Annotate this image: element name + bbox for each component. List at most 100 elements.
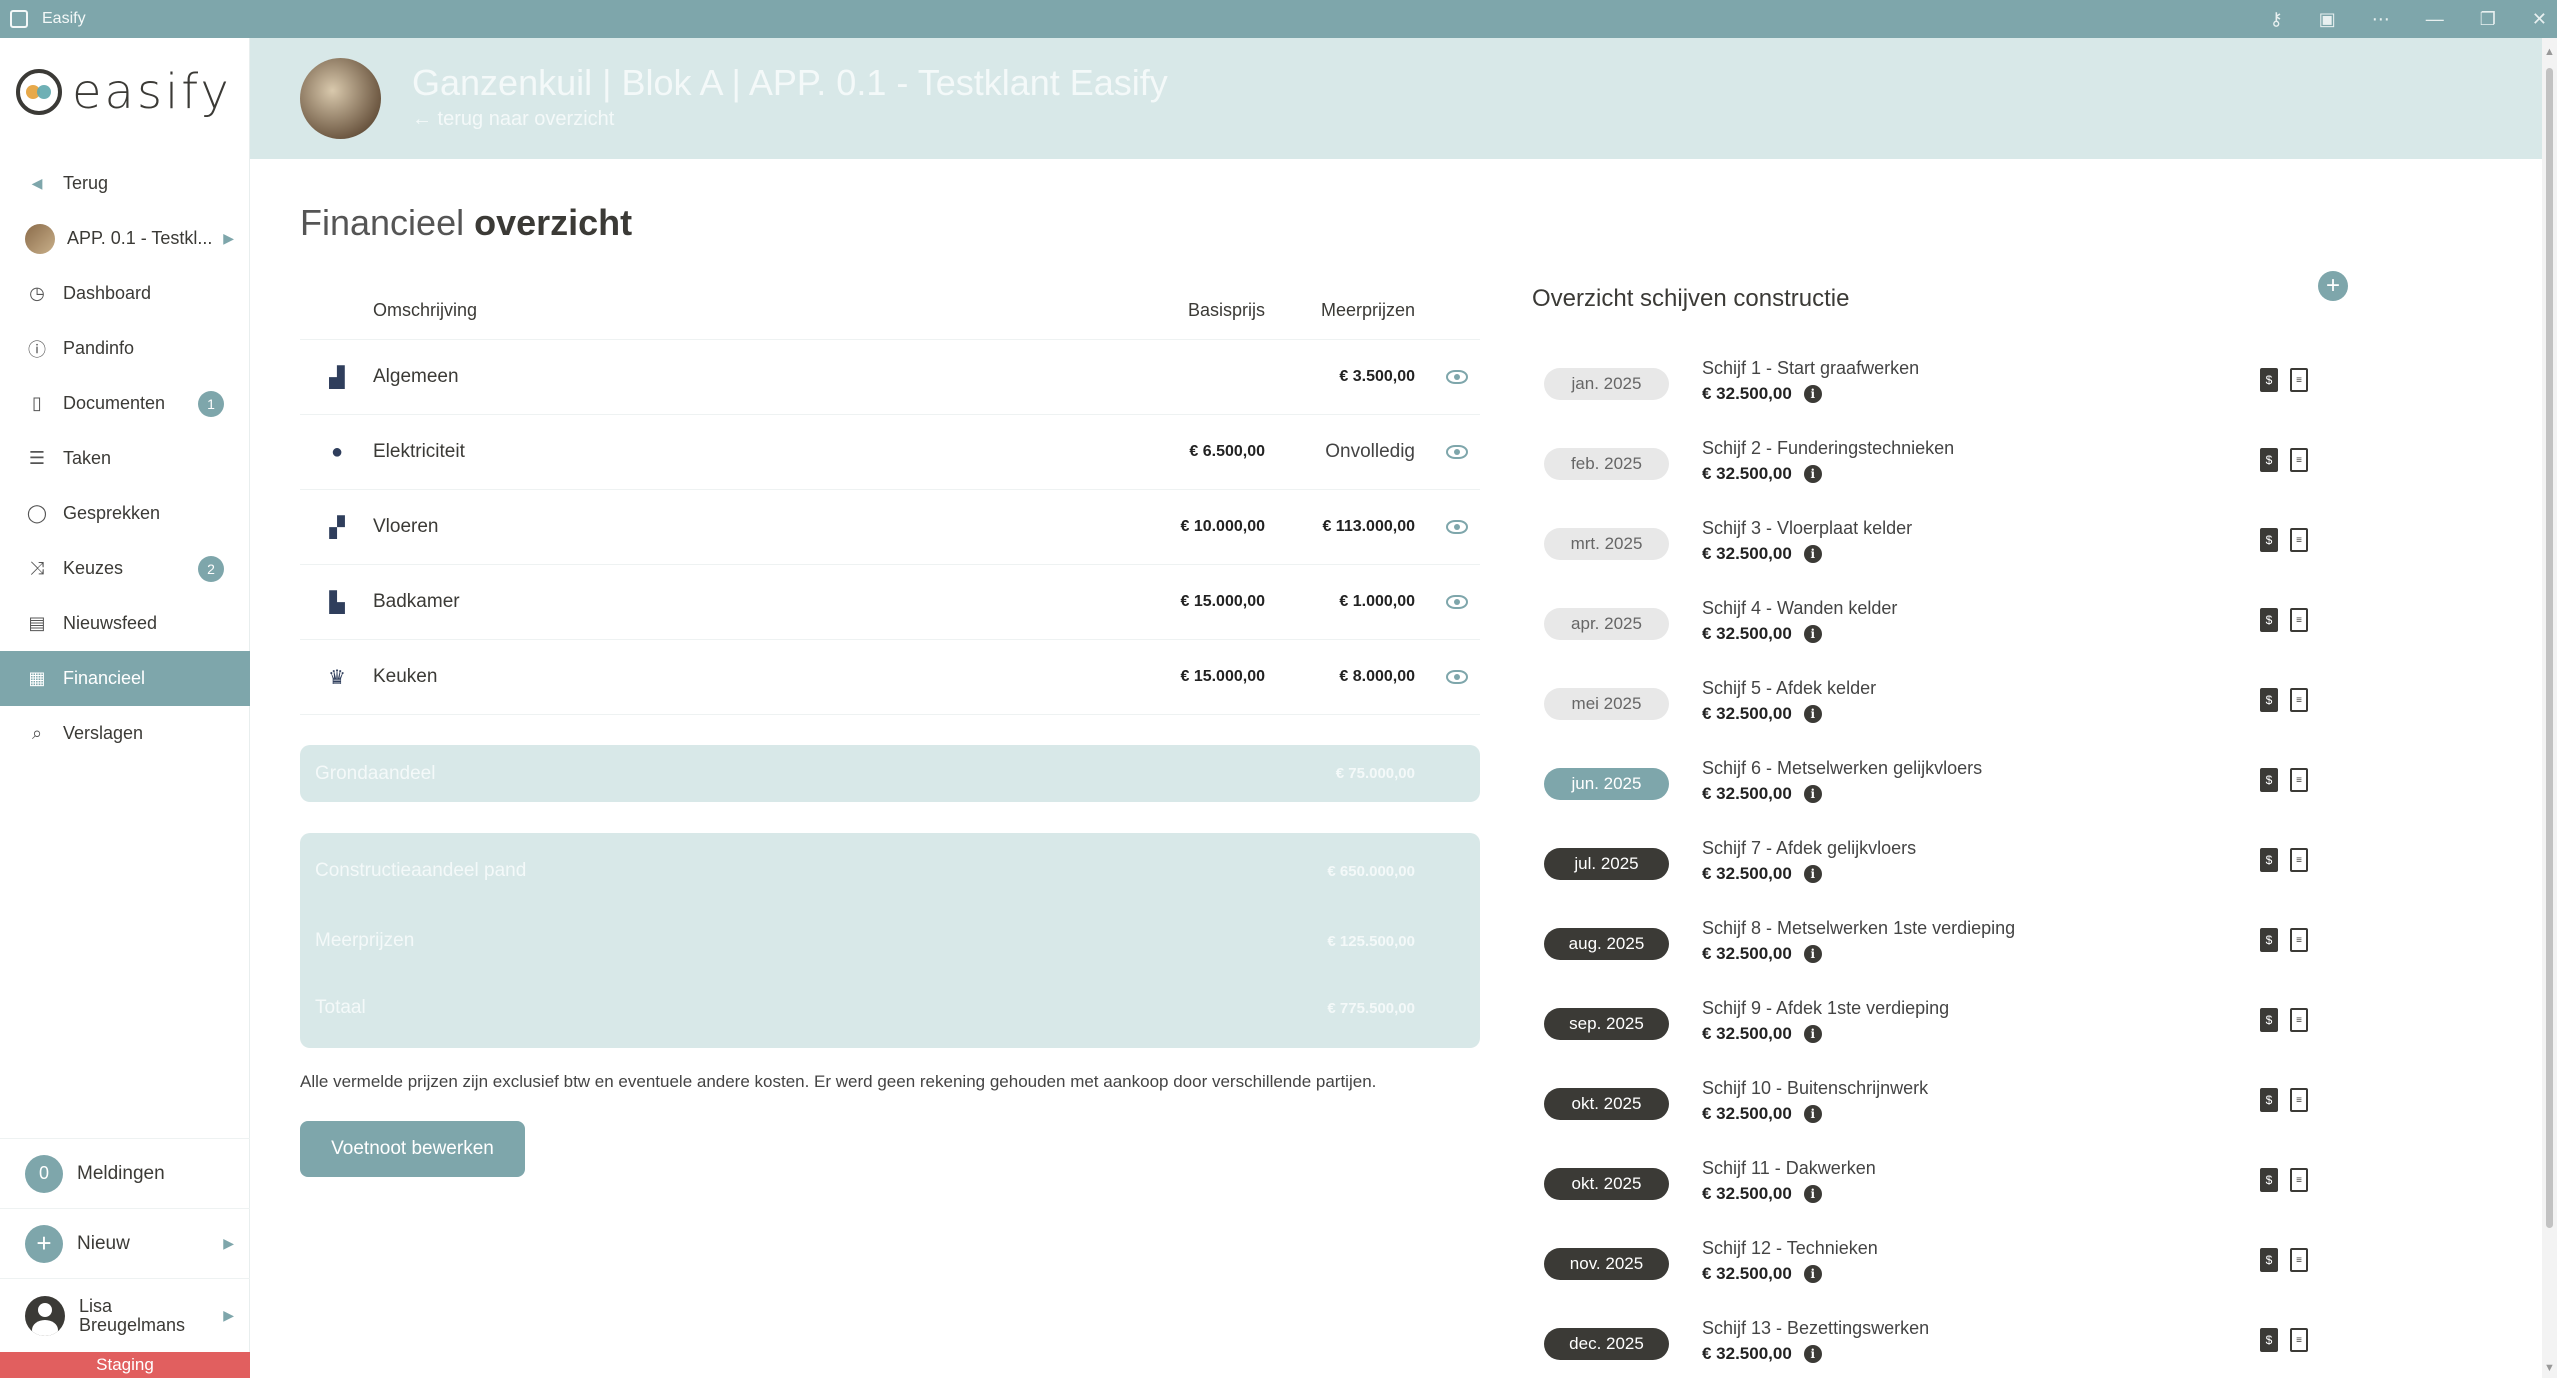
- document-icon[interactable]: ≡: [2290, 608, 2308, 632]
- row-extra-status: Onvolledig: [1325, 441, 1415, 462]
- sidebar-item-keuzes[interactable]: ⤨ Keuzes 2: [0, 541, 250, 596]
- window-controls: ⚷ ▣ ⋯ — ❐ ✕: [2270, 0, 2547, 38]
- minimize-icon[interactable]: —: [2426, 9, 2444, 30]
- sidebar-item-pandinfo[interactable]: ⓘ Pandinfo: [0, 321, 250, 376]
- user-menu[interactable]: Lisa Breugelmans ▶: [0, 1278, 250, 1352]
- info-icon[interactable]: i: [1803, 545, 1822, 563]
- new-label: Nieuw: [77, 1232, 130, 1254]
- info-icon[interactable]: i: [1803, 865, 1822, 883]
- row-extra-price: € 3.500,00: [1339, 368, 1415, 385]
- sidebar-item-financieel[interactable]: ▦ Financieel: [0, 651, 250, 706]
- report-icon: ⌕: [31, 723, 43, 743]
- new-button[interactable]: + Nieuw ▶: [0, 1208, 250, 1278]
- list-item: mei 2025 Schijf 5 - Afdek kelder € 32.50…: [1532, 670, 2332, 750]
- schijf-date: mrt. 2025: [1544, 528, 1669, 560]
- info-icon[interactable]: i: [1803, 625, 1822, 643]
- logo[interactable]: easify: [16, 64, 232, 120]
- table-row: ● Elektriciteit € 6.500,00 Onvolledig: [300, 415, 1480, 490]
- summary-label: Meerprijzen: [315, 930, 415, 951]
- document-icon[interactable]: ≡: [2290, 688, 2308, 712]
- page-scrollbar[interactable]: ▲ ▼: [2542, 38, 2557, 1378]
- summary-row: Constructieaandeel pand € 650.000,00: [300, 840, 1480, 902]
- close-icon[interactable]: ✕: [2532, 9, 2547, 30]
- invoice-icon[interactable]: $: [2260, 528, 2278, 552]
- invoice-icon[interactable]: $: [2260, 848, 2278, 872]
- list-item: apr. 2025 Schijf 4 - Wanden kelder € 32.…: [1532, 590, 2332, 670]
- invoice-icon[interactable]: $: [2260, 688, 2278, 712]
- sidebar-item-documenten[interactable]: ▯ Documenten 1: [0, 376, 250, 431]
- user-last-name: Breugelmans: [79, 1314, 186, 1335]
- sidebar-item-nieuwsfeed[interactable]: ▤ Nieuwsfeed: [0, 596, 250, 651]
- sidebar-item-gesprekken[interactable]: ◯ Gesprekken: [0, 486, 250, 541]
- add-schijf-button[interactable]: +: [2318, 271, 2348, 301]
- invoice-icon[interactable]: $: [2260, 368, 2278, 392]
- info-icon[interactable]: i: [1803, 1105, 1822, 1123]
- document-icon[interactable]: ≡: [2290, 1008, 2308, 1032]
- sidebar-item-dashboard[interactable]: ◷ Dashboard: [0, 266, 250, 321]
- info-icon[interactable]: i: [1803, 945, 1822, 963]
- sidebar-item-label: Documenten: [63, 393, 166, 413]
- invoice-icon[interactable]: $: [2260, 768, 2278, 792]
- back-to-overview-link[interactable]: ← terug naar overzicht: [412, 108, 614, 131]
- eye-icon[interactable]: [1446, 670, 1468, 684]
- info-icon[interactable]: i: [1803, 1265, 1822, 1283]
- info-icon[interactable]: i: [1803, 705, 1822, 723]
- document-icon[interactable]: ≡: [2290, 448, 2308, 472]
- info-icon[interactable]: i: [1803, 1185, 1822, 1203]
- sidebar-item-taken[interactable]: ☰ Taken: [0, 431, 250, 486]
- document-icon[interactable]: ≡: [2290, 368, 2308, 392]
- invoice-icon[interactable]: $: [2260, 1248, 2278, 1272]
- invoice-icon[interactable]: $: [2260, 1088, 2278, 1112]
- devtools-icon[interactable]: ▣: [2319, 9, 2336, 30]
- info-icon[interactable]: i: [1803, 1345, 1822, 1363]
- eye-icon[interactable]: [1446, 370, 1468, 384]
- sidebar-item-label: Nieuwsfeed: [63, 613, 158, 633]
- table-row: ▟ Algemeen € 3.500,00: [300, 340, 1480, 415]
- edit-footnote-button[interactable]: Voetnoot bewerken: [300, 1121, 525, 1177]
- info-icon[interactable]: i: [1803, 785, 1822, 803]
- document-icon[interactable]: ≡: [2290, 528, 2308, 552]
- row-description: Vloeren: [373, 516, 439, 537]
- invoice-icon[interactable]: $: [2260, 1008, 2278, 1032]
- list-item: jul. 2025 Schijf 7 - Afdek gelijkvloers …: [1532, 830, 2332, 910]
- maximize-icon[interactable]: ❐: [2480, 9, 2496, 30]
- document-icon[interactable]: ≡: [2290, 848, 2308, 872]
- notifications-count: 0: [25, 1154, 63, 1193]
- invoice-icon[interactable]: $: [2260, 1328, 2278, 1352]
- document-icon[interactable]: ≡: [2290, 768, 2308, 792]
- summary-label: Grondaandeel: [315, 762, 436, 784]
- sidebar-item-verslagen[interactable]: ⌕ Verslagen: [0, 706, 250, 761]
- document-icon[interactable]: ≡: [2290, 1248, 2308, 1272]
- invoice-icon[interactable]: $: [2260, 928, 2278, 952]
- more-icon[interactable]: ⋯: [2372, 9, 2390, 30]
- sidebar-nav: ◀ Terug APP. 0.1 - Testkl... ▶ ◷ Dashboa…: [0, 156, 250, 761]
- summary-label: Constructieaandeel pand: [315, 860, 527, 881]
- document-icon[interactable]: ≡: [2290, 1088, 2308, 1112]
- key-icon[interactable]: ⚷: [2270, 9, 2283, 30]
- document-icon[interactable]: ≡: [2290, 1328, 2308, 1352]
- document-icon[interactable]: ≡: [2290, 928, 2308, 952]
- invoice-icon[interactable]: $: [2260, 448, 2278, 472]
- scrollbar-thumb[interactable]: [2546, 68, 2553, 1228]
- schijf-amount: € 32.500,00 i: [1702, 1184, 1822, 1204]
- sidebar-item-project[interactable]: APP. 0.1 - Testkl... ▶: [0, 211, 250, 266]
- schijf-amount-value: € 32.500,00: [1702, 1184, 1792, 1203]
- notifications-button[interactable]: 0 Meldingen: [0, 1138, 250, 1208]
- scroll-down-icon[interactable]: ▼: [2544, 1362, 2555, 1374]
- schijf-name: Schijf 13 - Bezettingswerken: [1702, 1318, 1930, 1338]
- eye-icon[interactable]: [1446, 445, 1468, 459]
- info-icon[interactable]: i: [1803, 1025, 1822, 1043]
- invoice-icon[interactable]: $: [2260, 1168, 2278, 1192]
- eye-icon[interactable]: [1446, 595, 1468, 609]
- app-icon: [10, 10, 28, 28]
- document-icon[interactable]: ≡: [2290, 1168, 2308, 1192]
- schijf-date: jan. 2025: [1544, 368, 1669, 400]
- invoice-icon[interactable]: $: [2260, 608, 2278, 632]
- schijf-amount: € 32.500,00 i: [1702, 704, 1822, 724]
- info-icon[interactable]: i: [1803, 385, 1822, 403]
- scroll-up-icon[interactable]: ▲: [2544, 46, 2555, 58]
- eye-icon[interactable]: [1446, 520, 1468, 534]
- schijf-amount-value: € 32.500,00: [1702, 784, 1792, 803]
- info-icon[interactable]: i: [1803, 465, 1822, 483]
- sidebar-item-terug[interactable]: ◀ Terug: [0, 156, 250, 211]
